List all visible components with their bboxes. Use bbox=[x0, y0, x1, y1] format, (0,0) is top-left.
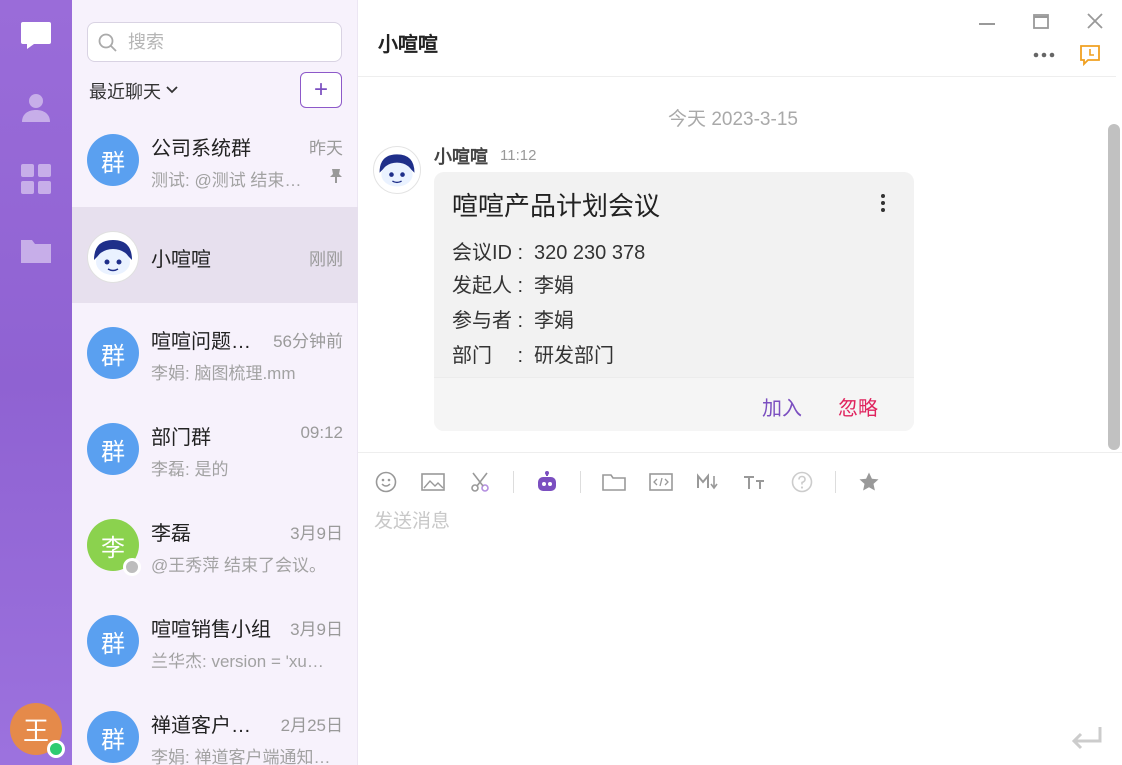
row-key: 会议ID : bbox=[452, 242, 524, 264]
code-icon[interactable] bbox=[647, 468, 675, 496]
group-avatar: 群 bbox=[87, 711, 139, 763]
row-value: 李娟 bbox=[534, 310, 574, 332]
meeting-card: 喧喧产品计划会议 会议ID : 320 230 378 发起人 : 李娟 参与者 :… bbox=[434, 172, 914, 431]
recent-chats-dropdown[interactable]: 最近聊天 bbox=[89, 78, 179, 104]
chat-title: 小喧喧 bbox=[378, 34, 438, 56]
image-icon[interactable] bbox=[419, 468, 447, 496]
list-item[interactable]: 李 李磊 3月9日 @王秀萍 结束了会议。 bbox=[72, 495, 358, 591]
header-divider bbox=[358, 76, 1116, 77]
group-avatar: 群 bbox=[87, 327, 139, 379]
emoji-icon[interactable] bbox=[372, 468, 400, 496]
meeting-id-row: 会议ID : 320 230 378 bbox=[452, 236, 645, 265]
toolbar-separator bbox=[835, 471, 836, 493]
conversation-preview: @王秀萍 结束了会议。 bbox=[151, 556, 326, 575]
recent-chats-label: 最近聊天 bbox=[89, 82, 161, 102]
search-icon bbox=[98, 33, 118, 58]
screenshot-icon[interactable] bbox=[466, 468, 494, 496]
online-status-dot bbox=[47, 740, 65, 758]
font-size-icon[interactable] bbox=[741, 468, 769, 496]
conversation-name: 喧喧问题反馈群 bbox=[151, 331, 259, 353]
conversation-preview: 兰华杰: version = 'xuanxuan' bbox=[151, 652, 331, 671]
ignore-button[interactable]: 忽略 bbox=[838, 392, 878, 421]
conversation-preview: 李娟: 禅道客户端通知消息 bbox=[151, 748, 331, 765]
close-button[interactable] bbox=[1082, 8, 1108, 34]
minimize-button[interactable] bbox=[974, 8, 1000, 34]
conversation-time: 56分钟前 bbox=[273, 332, 343, 351]
conversation-preview: 李娟: 脑图梳理.mm bbox=[151, 364, 296, 383]
conversation-time: 09:12 bbox=[300, 423, 343, 442]
list-item[interactable]: 群 禅道客户端群 2月25日 李娟: 禅道客户端通知消息 bbox=[72, 687, 358, 765]
organizer-row: 发起人 : 李娟 bbox=[452, 269, 574, 298]
message-sender: 小喧喧 bbox=[434, 147, 488, 167]
row-key: 部门 : bbox=[452, 345, 524, 367]
conversation-time: 3月9日 bbox=[290, 620, 343, 639]
message-toolbar bbox=[372, 468, 902, 496]
participants-row: 参与者 : 李娟 bbox=[452, 304, 574, 333]
plus-icon: + bbox=[313, 76, 328, 103]
contacts-icon[interactable] bbox=[20, 91, 52, 123]
conversation-name: 喧喧销售小组 bbox=[151, 619, 271, 641]
left-rail: 王 bbox=[0, 0, 72, 765]
row-value: 320 230 378 bbox=[534, 242, 646, 264]
add-chat-button[interactable]: + bbox=[300, 72, 342, 108]
conversation-name: 小喧喧 bbox=[151, 249, 211, 271]
conversation-time: 昨天 bbox=[309, 139, 343, 158]
card-footer: 加入 忽略 bbox=[434, 377, 914, 431]
maximize-button[interactable] bbox=[1028, 8, 1054, 34]
conversation-name: 李磊 bbox=[151, 523, 191, 545]
group-avatar: 群 bbox=[87, 423, 139, 475]
send-enter-icon[interactable] bbox=[1070, 725, 1104, 753]
conversation-preview: 李磊: 是的 bbox=[151, 460, 229, 479]
search-input[interactable] bbox=[128, 29, 328, 55]
folder-icon[interactable] bbox=[20, 235, 52, 267]
message-time: 11:12 bbox=[500, 147, 537, 164]
star-icon[interactable] bbox=[855, 468, 883, 496]
conversation-list-panel: 最近聊天 + 群 公司系统群 昨天 测试: @测试 结束了会议。 小喧喧 刚刚 … bbox=[72, 0, 358, 765]
conversation-name: 部门群 bbox=[151, 427, 211, 449]
help-icon[interactable] bbox=[788, 468, 816, 496]
conversation-time: 3月9日 bbox=[290, 524, 343, 543]
toolbar-separator bbox=[580, 471, 581, 493]
list-item[interactable]: 群 公司系统群 昨天 测试: @测试 结束了会议。 bbox=[72, 110, 358, 206]
chat-bubble-icon[interactable] bbox=[20, 19, 52, 51]
department-row: 部门 : 研发部门 bbox=[452, 339, 614, 368]
list-item[interactable]: 群 喧喧问题反馈群 56分钟前 李娟: 脑图梳理.mm bbox=[72, 303, 358, 399]
scrollbar[interactable] bbox=[1108, 124, 1120, 450]
robot-icon[interactable] bbox=[533, 468, 561, 496]
search-box[interactable] bbox=[87, 22, 342, 62]
pin-icon bbox=[329, 168, 343, 189]
row-value: 研发部门 bbox=[534, 345, 614, 367]
meeting-title: 喧喧产品计划会议 bbox=[452, 191, 661, 221]
group-avatar: 群 bbox=[87, 134, 139, 186]
group-avatar: 群 bbox=[87, 615, 139, 667]
row-key: 发起人 : bbox=[452, 275, 524, 297]
join-button[interactable]: 加入 bbox=[762, 392, 802, 421]
conversation-time: 刚刚 bbox=[309, 250, 343, 269]
more-options-icon[interactable] bbox=[1031, 42, 1057, 68]
list-item[interactable]: 群 部门群 09:12 李磊: 是的 bbox=[72, 399, 358, 495]
offline-status-dot bbox=[123, 558, 141, 576]
chat-panel: 小喧喧 今天 2023-3-15 小喧喧 11:12 喧喧产品计划会议 会议ID… bbox=[358, 0, 1122, 765]
message-input[interactable] bbox=[374, 508, 1074, 536]
apps-grid-icon[interactable] bbox=[20, 163, 52, 195]
chevron-down-icon bbox=[165, 81, 179, 102]
conversation-time: 2月25日 bbox=[280, 716, 343, 735]
list-item[interactable]: 小喧喧 刚刚 bbox=[72, 207, 358, 303]
conversation-name: 公司系统群 bbox=[151, 138, 251, 160]
input-divider bbox=[358, 452, 1122, 453]
conversation-preview: 测试: @测试 结束了会议。 bbox=[151, 171, 311, 190]
row-key: 参与者 : bbox=[452, 310, 524, 332]
robot-face-avatar bbox=[87, 231, 139, 283]
row-value: 李娟 bbox=[534, 275, 574, 297]
markdown-icon[interactable] bbox=[694, 468, 722, 496]
toolbar-separator bbox=[513, 471, 514, 493]
list-item[interactable]: 群 喧喧销售小组 3月9日 兰华杰: version = 'xuanxuan' bbox=[72, 591, 358, 687]
card-menu-icon[interactable] bbox=[878, 192, 888, 214]
conversation-name: 禅道客户端群 bbox=[151, 715, 259, 737]
date-separator: 今天 2023-3-15 bbox=[668, 109, 798, 130]
history-icon[interactable] bbox=[1077, 42, 1103, 68]
sender-avatar bbox=[373, 146, 421, 194]
folder-icon[interactable] bbox=[600, 468, 628, 496]
